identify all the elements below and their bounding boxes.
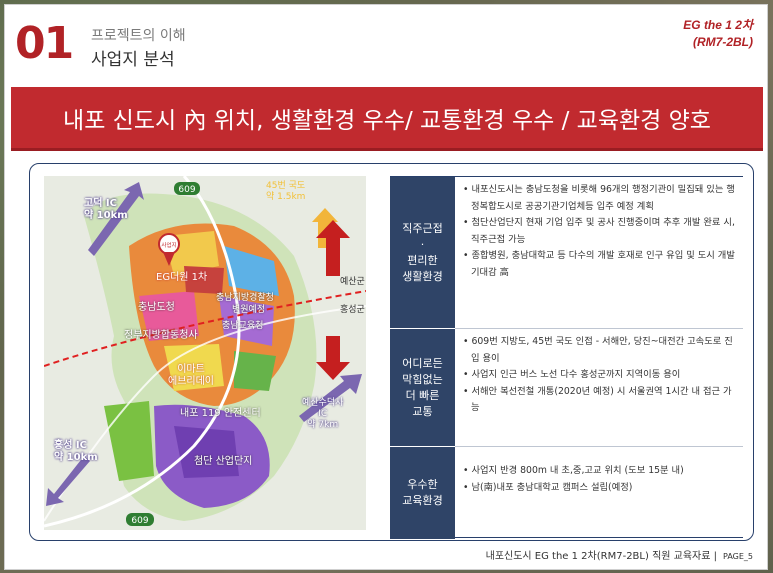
section-title: 사업지 분석 <box>91 50 175 70</box>
table-row: 어디로든 막힘없는 더 빠른 교통 609번 지방도, 45번 국도 인접 - … <box>390 329 743 447</box>
map-label-ic-northwest: 고덕 IC 약 10km <box>84 198 128 221</box>
section-subtitle: 프로젝트의 이해 <box>91 28 186 44</box>
map-label-safety-center: 내포 119 안전센터 <box>180 408 261 419</box>
project-name: EG the 1 2차 <box>683 18 753 32</box>
footer-text: 내포신도시 EG the 1 2차(RM7-2BL) 직원 교육자료 | <box>485 551 717 562</box>
road-609-bottom-label: 609 <box>131 516 148 526</box>
row-body: 내포신도시는 충남도청을 비롯해 96개의 행정기관이 밀집돼 있는 행정복합도… <box>455 177 743 329</box>
map-label-gov-complex: 정부지방합동청사 <box>124 330 198 341</box>
map-label-yesan: 예산군 <box>340 277 365 287</box>
content-frame: 609 609 사업지 고덕 IC 약 10km 45번 국도 약 1.5km … <box>29 163 754 541</box>
section-number: 01 <box>15 18 74 69</box>
slide: 01 프로젝트의 이해 사업지 분석 EG the 1 2차 (RM7-2BL)… <box>4 4 768 570</box>
list-item: 첨단산업단지 현재 기업 입주 및 공사 진행중이며 추후 개발 완료 시, 직… <box>463 215 737 248</box>
table-row: 우수한 교육환경 사업지 반경 800m 내 초,중,고교 위치 (도보 15분… <box>390 447 743 539</box>
map-label-hongseong: 홍성군 <box>340 305 365 315</box>
map-label-site-name: EG더원 1차 <box>156 272 208 283</box>
headline-banner: 내포 신도시 內 위치, 생활환경 우수/ 교통환경 우수 / 교육환경 양호 <box>11 87 763 151</box>
site-pin-label: 사업지 <box>161 241 176 249</box>
list-item: 종합병원, 충남대학교 등 다수의 개발 호재로 인구 유입 및 도시 개발 기… <box>463 248 737 281</box>
row-header: 어디로든 막힘없는 더 빠른 교통 <box>390 329 455 447</box>
map-label-ic-east: 예산수덕사 IC 약 7km <box>302 398 344 430</box>
map-label-education: 충남교육청 <box>222 321 264 331</box>
row-header: 직주근접 · 편리한 생활환경 <box>390 177 455 329</box>
map-label-mall: 이마트 에브리데이 <box>168 364 214 387</box>
footer: 내포신도시 EG the 1 2차(RM7-2BL) 직원 교육자료 | PAGE… <box>486 547 753 562</box>
location-map: 609 609 사업지 고덕 IC 약 10km 45번 국도 약 1.5km … <box>44 176 366 530</box>
list-item: 사업지 인근 버스 노선 다수 홍성군까지 지역이동 용이 <box>463 367 737 384</box>
row-body: 사업지 반경 800m 내 초,중,고교 위치 (도보 15분 내) 남(南)내… <box>455 447 743 539</box>
feature-table: 직주근접 · 편리한 생활환경 내포신도시는 충남도청을 비롯해 96개의 행정… <box>390 176 743 539</box>
page-number: PAGE_5 <box>723 552 753 561</box>
table-row: 직주근접 · 편리한 생활환경 내포신도시는 충남도청을 비롯해 96개의 행정… <box>390 177 743 329</box>
project-code: (RM7-2BL) <box>693 35 753 49</box>
row-header: 우수한 교육환경 <box>390 447 455 539</box>
row-body: 609번 지방도, 45번 국도 인접 - 서해안, 당진~대전간 고속도로 진… <box>455 329 743 447</box>
road-609-top-label: 609 <box>178 185 195 195</box>
list-item: 609번 지방도, 45번 국도 인접 - 서해안, 당진~대전간 고속도로 진… <box>463 334 737 367</box>
map-label-hospital: 병원예정 <box>232 305 266 315</box>
list-item: 남(南)내포 충남대학교 캠퍼스 설립(예정) <box>463 480 737 497</box>
project-badge: EG the 1 2차 (RM7-2BL) <box>683 17 753 51</box>
map-label-ic-north: 45번 국도 약 1.5km <box>266 181 306 202</box>
list-item: 내포신도시는 충남도청을 비롯해 96개의 행정기관이 밀집돼 있는 행정복합도… <box>463 182 737 215</box>
headline-text: 내포 신도시 內 위치, 생활환경 우수/ 교통환경 우수 / 교육환경 양호 <box>63 107 711 134</box>
list-item: 사업지 반경 800m 내 초,중,고교 위치 (도보 15분 내) <box>463 463 737 480</box>
map-label-tech-complex: 첨단 산업단지 <box>194 456 253 467</box>
map-label-chungnam-office: 충남도청 <box>138 302 175 313</box>
list-item: 서해안 복선전철 개통(2020년 예정) 시 서울권역 1시간 내 접근 가능 <box>463 384 737 417</box>
map-label-ic-southwest: 홍성 IC 약 10km <box>54 440 98 463</box>
